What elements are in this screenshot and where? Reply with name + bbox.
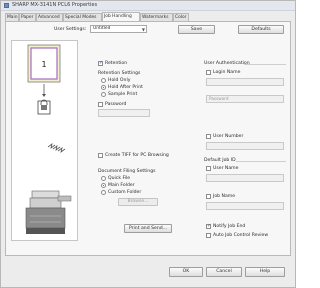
user-number-field[interactable] [206,142,284,150]
browse-button[interactable]: Browse... [118,198,158,206]
job-handling-panel: User Settings: Untitled ▼ Save Defaults … [5,21,291,256]
auto-job-control-review-checkbox[interactable] [206,233,211,238]
user-number-checkbox[interactable] [206,134,211,139]
tab-watermarks[interactable]: Watermarks [140,13,173,21]
job-name-label: Job Name [213,194,236,199]
notify-job-end-checkbox[interactable] [206,223,211,229]
sample-print-radio[interactable] [101,92,106,97]
auth-password-placeholder: Password [209,96,229,101]
user-name-field[interactable] [206,174,284,182]
default-job-id-divider [236,161,286,162]
user-name-label: User Name [213,166,239,171]
ok-button[interactable]: OK [169,267,203,277]
retention-settings-label: Retention Settings [98,71,141,76]
auto-job-control-review-label: Auto Job Control Review [213,233,269,238]
user-auth-divider [244,64,286,65]
printer-properties-window: SHARP MX-3141N PCL6 Properties Main Pape… [0,0,296,288]
create-tiff-label: Create TIFF for PC Browsing [105,153,169,158]
wireless-icon [47,143,66,153]
job-name-field[interactable] [206,202,284,210]
window-title: SHARP MX-3141N PCL6 Properties [12,2,98,8]
login-name-checkbox[interactable] [206,70,211,75]
hold-only-radio[interactable] [101,78,106,83]
custom-folder-label: Custom Folder [108,190,142,195]
hold-only-label: Hold Only [108,78,131,83]
tab-special-modes[interactable]: Special Modes [63,13,102,21]
user-name-checkbox[interactable] [206,166,211,171]
hold-after-print-label: Hold After Print [108,85,143,90]
chevron-down-icon: ▼ [141,27,145,32]
user-settings-select[interactable]: Untitled ▼ [90,25,147,33]
user-settings-value: Untitled [93,26,111,31]
retention-checkbox[interactable] [98,60,103,66]
printer-icon [25,190,72,234]
quick-file-label: Quick File [108,176,131,181]
custom-folder-radio[interactable] [101,190,106,195]
preview-illustration: 1 [25,44,72,234]
tab-color[interactable]: Color [173,13,189,21]
help-button[interactable]: Help [245,267,285,277]
page-number: 1 [41,60,46,69]
print-and-send-button[interactable]: Print and Send... [124,224,172,233]
job-name-checkbox[interactable] [206,194,211,199]
sample-print-label: Sample Print [108,92,138,97]
lock-icon [37,99,51,115]
user-authentication-label: User Authentication [204,61,250,66]
tab-paper[interactable]: Paper [19,13,36,21]
login-name-label: Login Name [213,70,241,75]
user-number-label: User Number [213,134,244,139]
title-bar: SHARP MX-3141N PCL6 Properties [1,1,295,11]
login-name-field[interactable] [206,78,284,86]
password-label: Password [105,102,127,107]
cancel-button[interactable]: Cancel [206,267,242,277]
retention-password-field[interactable] [98,109,150,117]
preview-pane: 1 [11,40,78,241]
tab-advanced[interactable]: Advanced [36,13,63,21]
save-button[interactable]: Save [178,25,215,34]
create-tiff-checkbox[interactable] [98,153,103,158]
defaults-button[interactable]: Defaults [238,25,284,34]
hold-after-print-radio[interactable] [101,85,106,90]
quick-file-radio[interactable] [101,176,106,181]
auth-password-field[interactable]: Password [206,95,284,103]
tab-main[interactable]: Main [5,13,19,21]
default-job-id-label: Default Job ID [204,158,236,163]
document-filing-settings-label: Document Filing Settings [98,169,156,174]
dialog-footer: OK Cancel Help [1,258,295,287]
arrow-down-icon [42,84,46,97]
retention-label: Retention [105,61,128,66]
main-folder-label: Main Folder [108,183,135,188]
notify-job-end-label: Notify Job End [213,224,246,229]
password-checkbox[interactable] [98,102,103,107]
main-folder-radio[interactable] [101,183,106,188]
user-settings-label: User Settings: [54,27,87,32]
printer-app-icon [4,3,9,8]
